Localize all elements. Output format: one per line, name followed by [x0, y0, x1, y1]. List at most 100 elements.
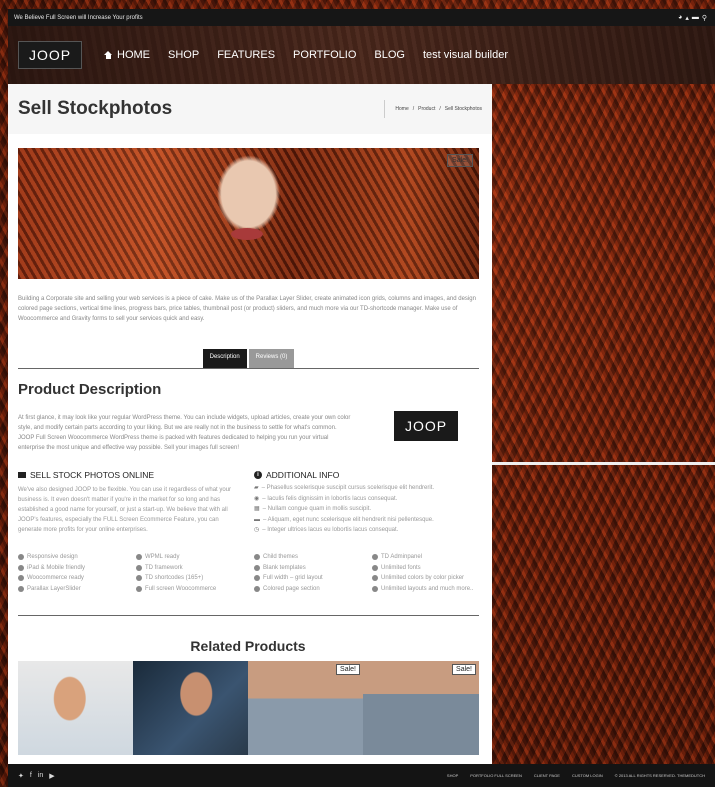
user-icon[interactable]: ▴	[685, 14, 689, 22]
page-title: Sell Stockphotos	[18, 98, 173, 119]
feature-item: Child themes	[254, 552, 323, 563]
check-icon	[254, 585, 260, 592]
clock-icon: ◷	[254, 527, 260, 533]
check-icon	[254, 564, 260, 571]
list-item-text: – Integer ultrices lacus eu lobortis lac…	[262, 527, 399, 533]
breadcrumb-product[interactable]: Product	[418, 106, 435, 112]
content-panel: Sell Stockphotos Home / Product / Sell S…	[8, 84, 492, 764]
nav-portfolio[interactable]: PORTFOLIO	[293, 49, 356, 61]
features-col-2: WPML ready TD framework TD shortcodes (1…	[136, 552, 216, 594]
features-col-3: Child themes Blank templates Full width …	[254, 552, 323, 594]
top-bar: We Believe Full Screen will Increase You…	[8, 9, 715, 26]
nav-blog[interactable]: BLOG	[374, 49, 405, 61]
home-icon	[104, 51, 113, 59]
nav-features[interactable]: FEATURES	[217, 49, 275, 61]
background-divider	[492, 462, 715, 465]
feature-item: Full screen Woocommerce	[136, 584, 216, 595]
site-logo[interactable]: JOOP	[18, 41, 82, 69]
product-tabs: Description Reviews (0)	[18, 349, 479, 369]
sale-badge: Sale!	[447, 154, 473, 167]
feature-item: Woocommerce ready	[18, 573, 85, 584]
nav-home[interactable]: HOME	[104, 49, 150, 61]
sell-text: We've also designed JOOP to be flexible.…	[18, 487, 232, 533]
section-divider	[18, 615, 479, 616]
check-icon	[372, 564, 378, 571]
related-product-2[interactable]	[133, 661, 248, 755]
info-icon: i	[254, 471, 262, 479]
linkedin-icon[interactable]: in	[38, 772, 43, 780]
feature-item: TD Adminpanel	[372, 552, 473, 563]
main-navigation: JOOP HOME SHOP FEATURES PORTFOLIO BLOG t…	[8, 26, 715, 84]
breadcrumb-separator: /	[412, 106, 415, 112]
nav-test-visual-builder[interactable]: test visual builder	[423, 49, 508, 61]
feature-item: Unlimited fonts	[372, 563, 473, 574]
sell-title-label: SELL STOCK PHOTOS ONLINE	[30, 470, 155, 480]
list-item-text: – Aliquam, eget nunc scelerisque elit he…	[263, 516, 434, 523]
feature-item: Blank templates	[254, 563, 323, 574]
check-icon	[254, 554, 260, 561]
related-product-3[interactable]: Sale!	[248, 661, 363, 755]
list-item: ▰ – Phasellus scelerisque suscipit cursus…	[254, 483, 479, 494]
breadcrumb: Home / Product / Sell Stockphotos	[384, 100, 482, 118]
list-item-text: – Phasellus scelerisque suscipit cursus …	[261, 485, 435, 491]
feature-item: Colored page section	[254, 584, 323, 595]
product-intro: Building a Corporate site and selling yo…	[18, 296, 476, 322]
product-hero-image[interactable]: Sale!	[18, 148, 479, 279]
nav-home-label: HOME	[117, 49, 150, 61]
topbar-tagline: We Believe Full Screen will Increase You…	[14, 14, 143, 21]
feature-item: Unlimited layouts and much more..	[372, 584, 473, 595]
feature-item: TD shortcodes (165+)	[136, 573, 216, 584]
check-icon	[18, 585, 24, 592]
check-icon	[136, 585, 142, 592]
breadcrumb-current: Sell Stockphotos	[444, 106, 482, 112]
list-item: ◉ – Iaculis felis dignissim in lobortis l…	[254, 494, 479, 505]
nav-menu: HOME SHOP FEATURES PORTFOLIO BLOG test v…	[104, 49, 508, 61]
related-product-1[interactable]	[18, 661, 133, 755]
copyright: © 2013 ALL RIGHTS RESERVED. THEMEDUTCH	[614, 773, 705, 778]
feature-item: iPad & Mobile friendly	[18, 563, 85, 574]
check-icon	[18, 564, 24, 571]
feature-item: Unlimited colors by color picker	[372, 573, 473, 584]
youtube-icon[interactable]: ▶	[49, 772, 54, 780]
check-icon	[18, 554, 24, 561]
footer-link-login[interactable]: CUSTOM LOGIN	[572, 773, 603, 778]
sale-badge: Sale!	[336, 664, 360, 675]
footer-link-portfolio[interactable]: PORTFOLIO FULL SCREEN	[470, 773, 522, 778]
list-item: ▦ – Nullam congue quam in mollis suscipit…	[254, 504, 479, 515]
features-col-1: Responsive design iPad & Mobile friendly…	[18, 552, 85, 594]
nav-shop[interactable]: SHOP	[168, 49, 199, 61]
related-product-4[interactable]: Sale!	[363, 661, 479, 755]
feature-item: Full width – grid layout	[254, 573, 323, 584]
feature-item: TD framework	[136, 563, 216, 574]
footer-link-shop[interactable]: SHOP	[447, 773, 458, 778]
joop-logo-badge: JOOP	[394, 411, 458, 441]
additional-info-title: i ADDITIONAL INFO	[254, 470, 339, 480]
list-item-text: – Nullam congue quam in mollis suscipit.	[262, 506, 372, 512]
check-icon	[372, 575, 378, 582]
feature-item: Parallax LayerSlider	[18, 584, 85, 595]
list-item-text: – Iaculis felis dignissim in lobortis la…	[262, 495, 398, 502]
product-description-title: Product Description	[18, 381, 162, 398]
breadcrumb-home[interactable]: Home	[395, 106, 408, 112]
cart-small-icon: ▬	[254, 516, 260, 523]
topbar-icons: ◕ ▴ ▬ ⚲	[678, 14, 707, 22]
twitter-icon[interactable]: ✦	[18, 772, 24, 780]
truck-icon: ▰	[254, 485, 259, 491]
list-item: ◷ – Integer ultrices lacus eu lobortis la…	[254, 525, 479, 536]
list-item: ▬ – Aliquam, eget nunc scelerisque elit h…	[254, 515, 479, 526]
search-icon[interactable]: ⚲	[702, 14, 707, 22]
footer: ✦ f in ▶ SHOP PORTFOLIO FULL SCREEN CLIE…	[8, 764, 715, 787]
tab-reviews[interactable]: Reviews (0)	[248, 349, 295, 368]
eye-icon: ◉	[254, 495, 260, 502]
footer-link-client[interactable]: CLIENT PAGE	[534, 773, 560, 778]
check-icon	[18, 575, 24, 582]
cart-icon	[18, 472, 26, 478]
feature-item: Responsive design	[18, 552, 85, 563]
related-products-title: Related Products	[190, 638, 306, 654]
globe-icon[interactable]: ◕	[678, 14, 682, 22]
cart-icon[interactable]: ▬	[692, 14, 699, 22]
facebook-icon[interactable]: f	[30, 772, 32, 780]
sell-title: SELL STOCK PHOTOS ONLINE	[18, 470, 154, 480]
title-bar: Sell Stockphotos Home / Product / Sell S…	[8, 84, 492, 134]
tab-description[interactable]: Description	[202, 349, 247, 368]
